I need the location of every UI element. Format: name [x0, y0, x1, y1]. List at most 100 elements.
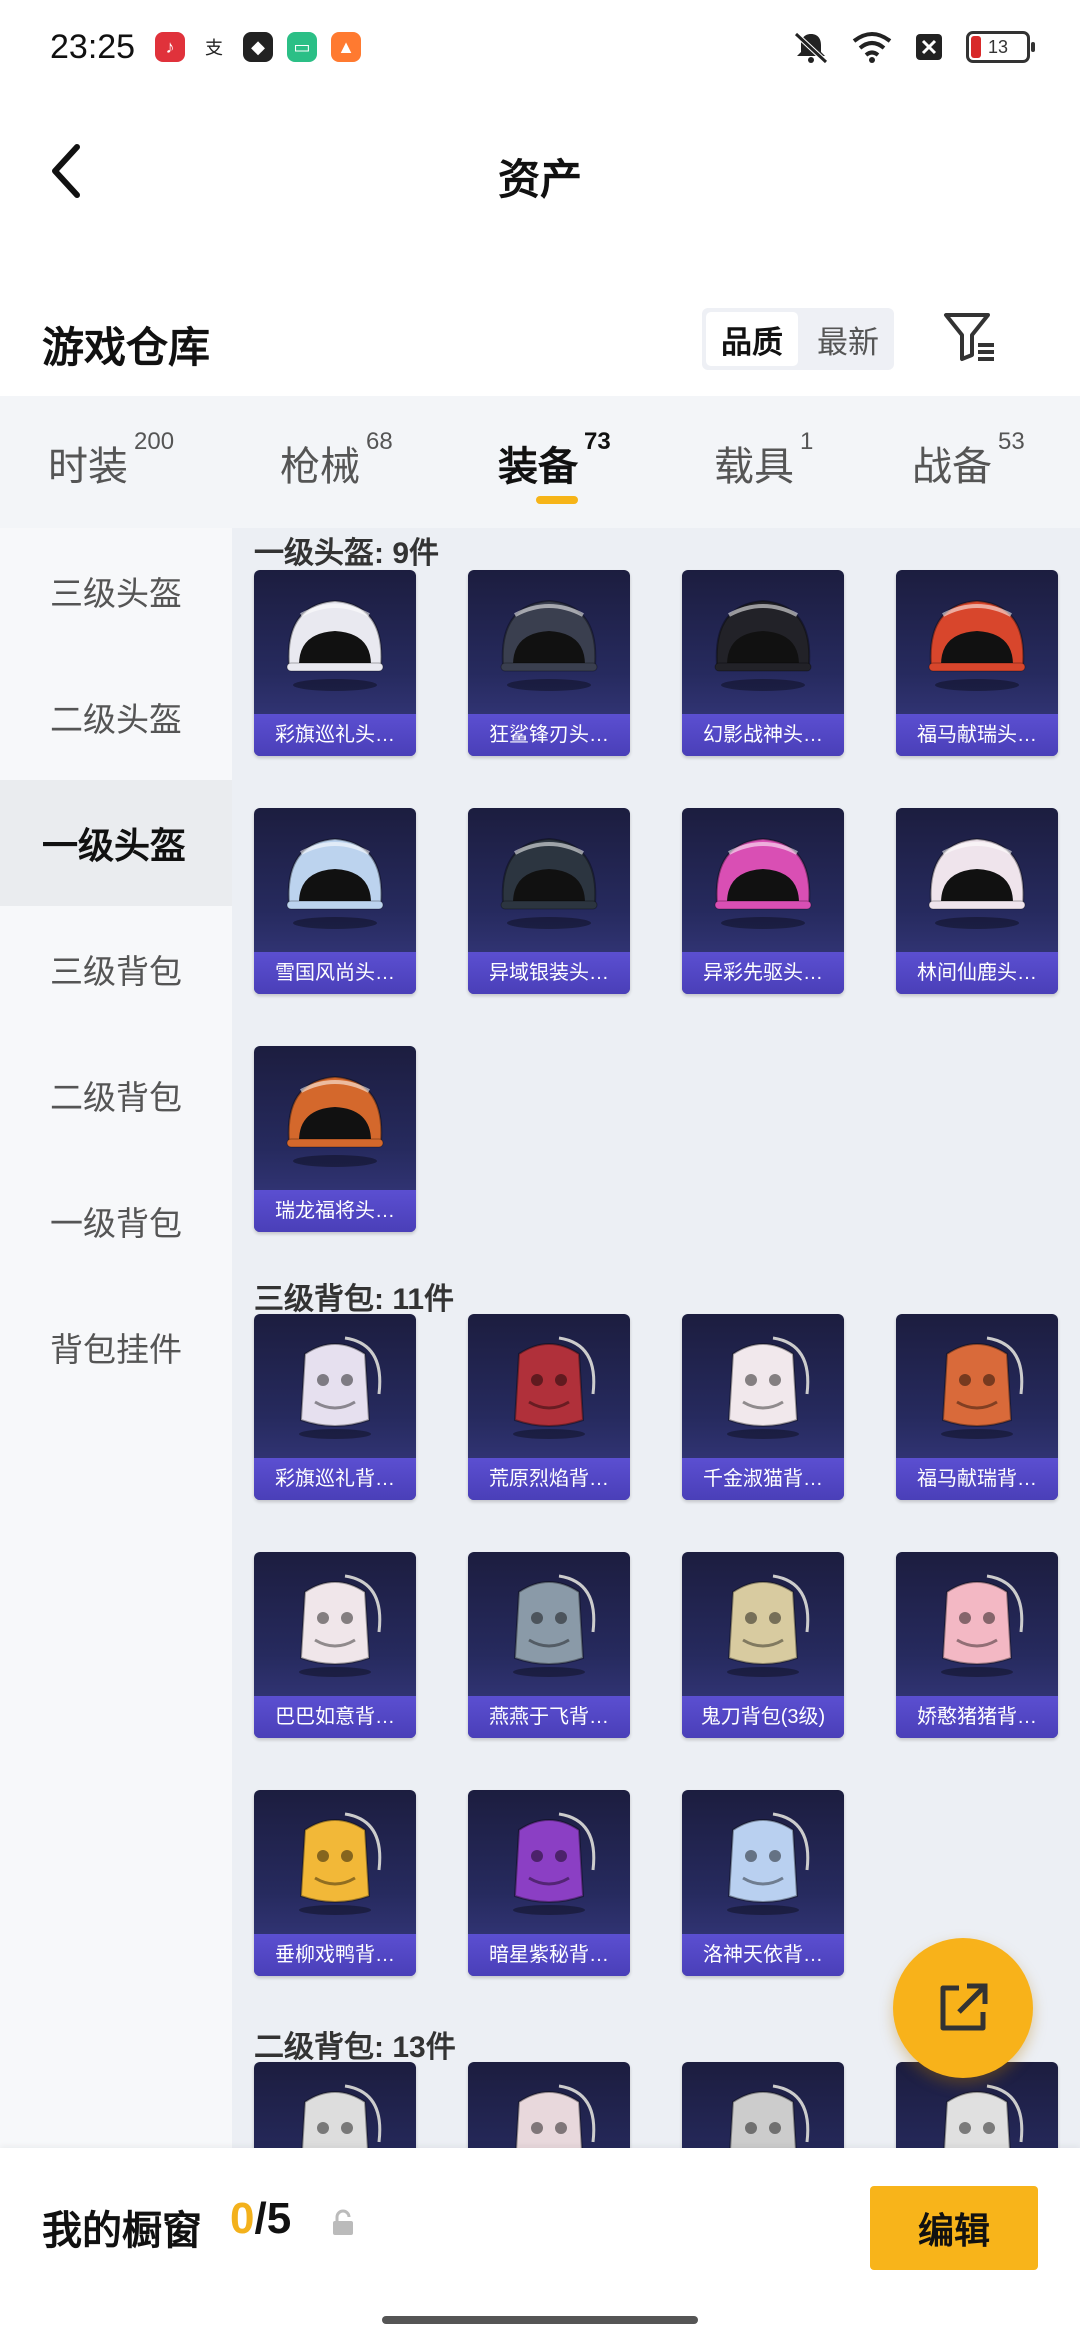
item-name: 狂鲨锋刃头… [468, 714, 630, 756]
helmet-icon [896, 570, 1058, 710]
tab-guns[interactable]: 枪械68 [280, 428, 393, 492]
edit-button[interactable]: 编辑 [870, 2186, 1038, 2270]
item-card[interactable]: 彩旗巡礼背… [254, 1314, 416, 1500]
item-card[interactable]: 燕燕于飞背… [468, 1552, 630, 1738]
lock-icon [333, 2209, 353, 2235]
backpack-icon [254, 2062, 416, 2148]
item-card[interactable]: 福马献瑞头… [896, 570, 1058, 756]
tab-count: 53 [998, 428, 1025, 455]
tab-label: 载具 [714, 445, 794, 489]
backpack-icon [254, 1314, 416, 1454]
item-card[interactable]: 荒原烈焰背… [468, 1314, 630, 1500]
item-grid[interactable]: 一级头盔: 9件 三级背包: 11件 二级背包: 13件 彩旗巡礼头… 狂鲨锋刃… [232, 528, 1080, 2148]
group-title-backpack-lv2: 二级背包: 13件 [254, 2031, 456, 2064]
active-tab-indicator [536, 496, 578, 504]
item-name: 彩旗巡礼头… [254, 714, 416, 756]
item-name: 林间仙鹿头… [896, 952, 1058, 994]
item-card[interactable]: 千金淑猫背… [682, 1314, 844, 1500]
tab-label: 时装 [48, 445, 128, 489]
showcase-current: 0 [230, 2194, 255, 2243]
tab-label: 战备 [912, 445, 992, 489]
subcategory-sidebar: 三级头盔 二级头盔 一级头盔 三级背包 二级背包 一级背包 背包挂件 [0, 528, 232, 2148]
sidebar-item-backpack-lv1[interactable]: 一级背包 [0, 1158, 232, 1284]
backpack-icon [682, 1314, 844, 1454]
home-indicator[interactable] [382, 2316, 698, 2324]
item-card[interactable] [468, 2062, 630, 2148]
page-title: 资产 [497, 156, 582, 203]
helmet-icon [682, 570, 844, 710]
sidebar-item-backpack-lv2[interactable]: 二级背包 [0, 1032, 232, 1158]
wifi-icon [852, 32, 892, 63]
group-title-backpack-lv3: 三级背包: 11件 [254, 1283, 455, 1316]
item-card[interactable]: 鬼刀背包(3级) [682, 1552, 844, 1738]
tab-equipment[interactable]: 装备73 [498, 428, 611, 492]
backpack-icon [468, 1552, 630, 1692]
item-name: 雪国风尚头… [254, 952, 416, 994]
showcase-count: 0/5 [230, 2194, 291, 2244]
helmet-icon [896, 808, 1058, 948]
item-name: 异域银装头… [468, 952, 630, 994]
tab-count: 1 [800, 428, 814, 455]
mute-icon [794, 32, 828, 64]
item-name: 燕燕于飞背… [468, 1696, 630, 1738]
battery-level [971, 36, 981, 58]
tab-label: 装备 [498, 445, 578, 489]
sort-by-quality[interactable]: 品质 [706, 312, 798, 366]
helmet-icon [254, 808, 416, 948]
sidebar-item-helmet-lv2[interactable]: 二级头盔 [0, 654, 232, 780]
item-card[interactable]: 幻影战神头… [682, 570, 844, 756]
helmet-icon [468, 808, 630, 948]
battery-icon: 13 [966, 31, 1035, 63]
showcase-footer: 我的橱窗 0/5 编辑 [0, 2148, 1080, 2340]
item-name: 荒原烈焰背… [468, 1458, 630, 1500]
item-card[interactable] [254, 2062, 416, 2148]
tab-supplies[interactable]: 战备53 [912, 428, 1025, 492]
filter-button[interactable] [938, 304, 1002, 370]
item-card[interactable]: 林间仙鹿头… [896, 808, 1058, 994]
item-name: 垂柳戏鸭背… [254, 1934, 416, 1976]
item-card[interactable]: 异彩先驱头… [682, 808, 844, 994]
backpack-icon [682, 1790, 844, 1930]
sidebar-item-backpack-charm[interactable]: 背包挂件 [0, 1284, 232, 1410]
item-name: 瑞龙福将头… [254, 1190, 416, 1232]
item-card[interactable]: 洛神天依背… [682, 1790, 844, 1976]
item-card[interactable]: 雪国风尚头… [254, 808, 416, 994]
tab-count: 73 [584, 428, 611, 455]
item-card[interactable]: 暗星紫秘背… [468, 1790, 630, 1976]
helmet-icon [468, 570, 630, 710]
share-fab-button[interactable] [893, 1938, 1033, 2078]
sidebar-item-helmet-lv1[interactable]: 一级头盔 [0, 780, 232, 906]
item-card[interactable]: 垂柳戏鸭背… [254, 1790, 416, 1976]
item-name: 巴巴如意背… [254, 1696, 416, 1738]
alipay-icon: 支 [205, 38, 223, 58]
item-card[interactable]: 瑞龙福将头… [254, 1046, 416, 1232]
filter-icon [944, 313, 994, 361]
item-name: 暗星紫秘背… [468, 1934, 630, 1976]
item-name: 千金淑猫背… [682, 1458, 844, 1500]
showcase-capacity: /5 [254, 2194, 292, 2243]
backpack-icon [682, 1552, 844, 1692]
item-name: 娇憨猪猪背… [896, 1696, 1058, 1738]
item-name: 异彩先驱头… [682, 952, 844, 994]
item-card[interactable]: 彩旗巡礼头… [254, 570, 416, 756]
item-card[interactable]: 巴巴如意背… [254, 1552, 416, 1738]
tab-label: 枪械 [280, 445, 360, 489]
tab-count: 68 [366, 428, 393, 455]
sidebar-item-helmet-lv3[interactable]: 三级头盔 [0, 528, 232, 654]
status-bar: 23:25 ♪ 支 ◆ ▭ ▲ 13 [0, 0, 1080, 96]
tab-fashion[interactable]: 时装200 [48, 428, 174, 492]
sort-by-newest[interactable]: 最新 [802, 308, 894, 370]
sidebar-item-backpack-lv3[interactable]: 三级背包 [0, 906, 232, 1032]
warehouse-title: 游戏仓库 [42, 324, 211, 371]
helmet-icon [254, 1046, 416, 1186]
item-name: 福马献瑞头… [896, 714, 1058, 756]
tab-vehicles[interactable]: 载具1 [714, 428, 813, 492]
helmet-icon [682, 808, 844, 948]
item-card[interactable] [682, 2062, 844, 2148]
item-card[interactable]: 狂鲨锋刃头… [468, 570, 630, 756]
sim-off-icon [916, 34, 942, 60]
item-card[interactable]: 福马献瑞背… [896, 1314, 1058, 1500]
item-card[interactable]: 异域银装头… [468, 808, 630, 994]
backpack-icon [468, 1790, 630, 1930]
item-card[interactable]: 娇憨猪猪背… [896, 1552, 1058, 1738]
